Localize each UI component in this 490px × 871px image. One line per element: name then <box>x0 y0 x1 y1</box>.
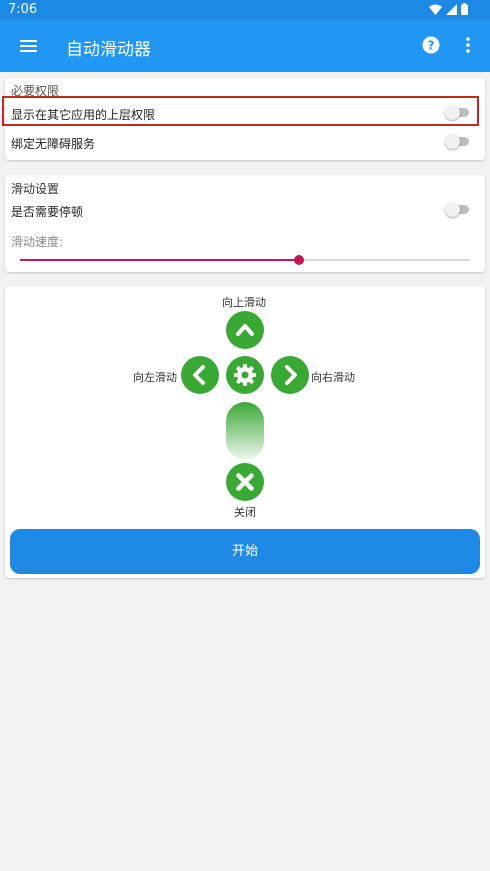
swipe-right-button[interactable] <box>271 356 309 394</box>
svg-text:?: ? <box>428 39 435 53</box>
menu-icon[interactable] <box>20 36 38 56</box>
left-label: 向左滑动 <box>133 371 177 384</box>
help-icon[interactable]: ? <box>422 36 440 54</box>
app-bar: 自动滑动器 ? <box>0 20 490 72</box>
more-vert-icon[interactable] <box>464 36 472 54</box>
right-label: 向右滑动 <box>311 371 355 384</box>
settings-button[interactable] <box>226 356 264 394</box>
wifi-icon <box>429 4 442 15</box>
switch-thumb <box>445 134 460 149</box>
chevron-up-icon <box>236 324 254 336</box>
signal-icon <box>446 3 457 15</box>
status-time: 7:06 <box>8 2 38 17</box>
slider-fill <box>20 259 299 261</box>
highlight-box <box>2 96 479 126</box>
app-title: 自动滑动器 <box>66 40 151 60</box>
speed-label: 滑动速度: <box>11 235 64 249</box>
pause-label: 是否需要停顿 <box>11 205 84 219</box>
close-icon <box>236 473 254 491</box>
speed-slider[interactable] <box>20 254 470 266</box>
pause-switch[interactable] <box>445 202 471 217</box>
chevron-left-icon <box>193 365 205 385</box>
close-label: 关闭 <box>234 506 256 519</box>
gear-icon <box>234 364 256 386</box>
accessibility-service-label: 绑定无障碍服务 <box>11 137 96 151</box>
chevron-right-icon <box>285 365 297 385</box>
status-icons <box>429 3 468 15</box>
status-bar: 7:06 <box>0 0 490 20</box>
switch-thumb <box>445 202 460 217</box>
swipe-left-button[interactable] <box>181 356 219 394</box>
accessibility-service-switch[interactable] <box>445 134 471 149</box>
close-button[interactable] <box>226 463 264 501</box>
start-button[interactable]: 开始 <box>10 529 480 574</box>
battery-icon <box>461 3 468 15</box>
up-label: 向上滑动 <box>222 296 266 309</box>
swipe-down-button[interactable] <box>226 402 264 460</box>
slide-settings-section-label: 滑动设置 <box>11 182 60 196</box>
swipe-up-button[interactable] <box>226 311 264 349</box>
slider-knob[interactable] <box>294 255 304 265</box>
